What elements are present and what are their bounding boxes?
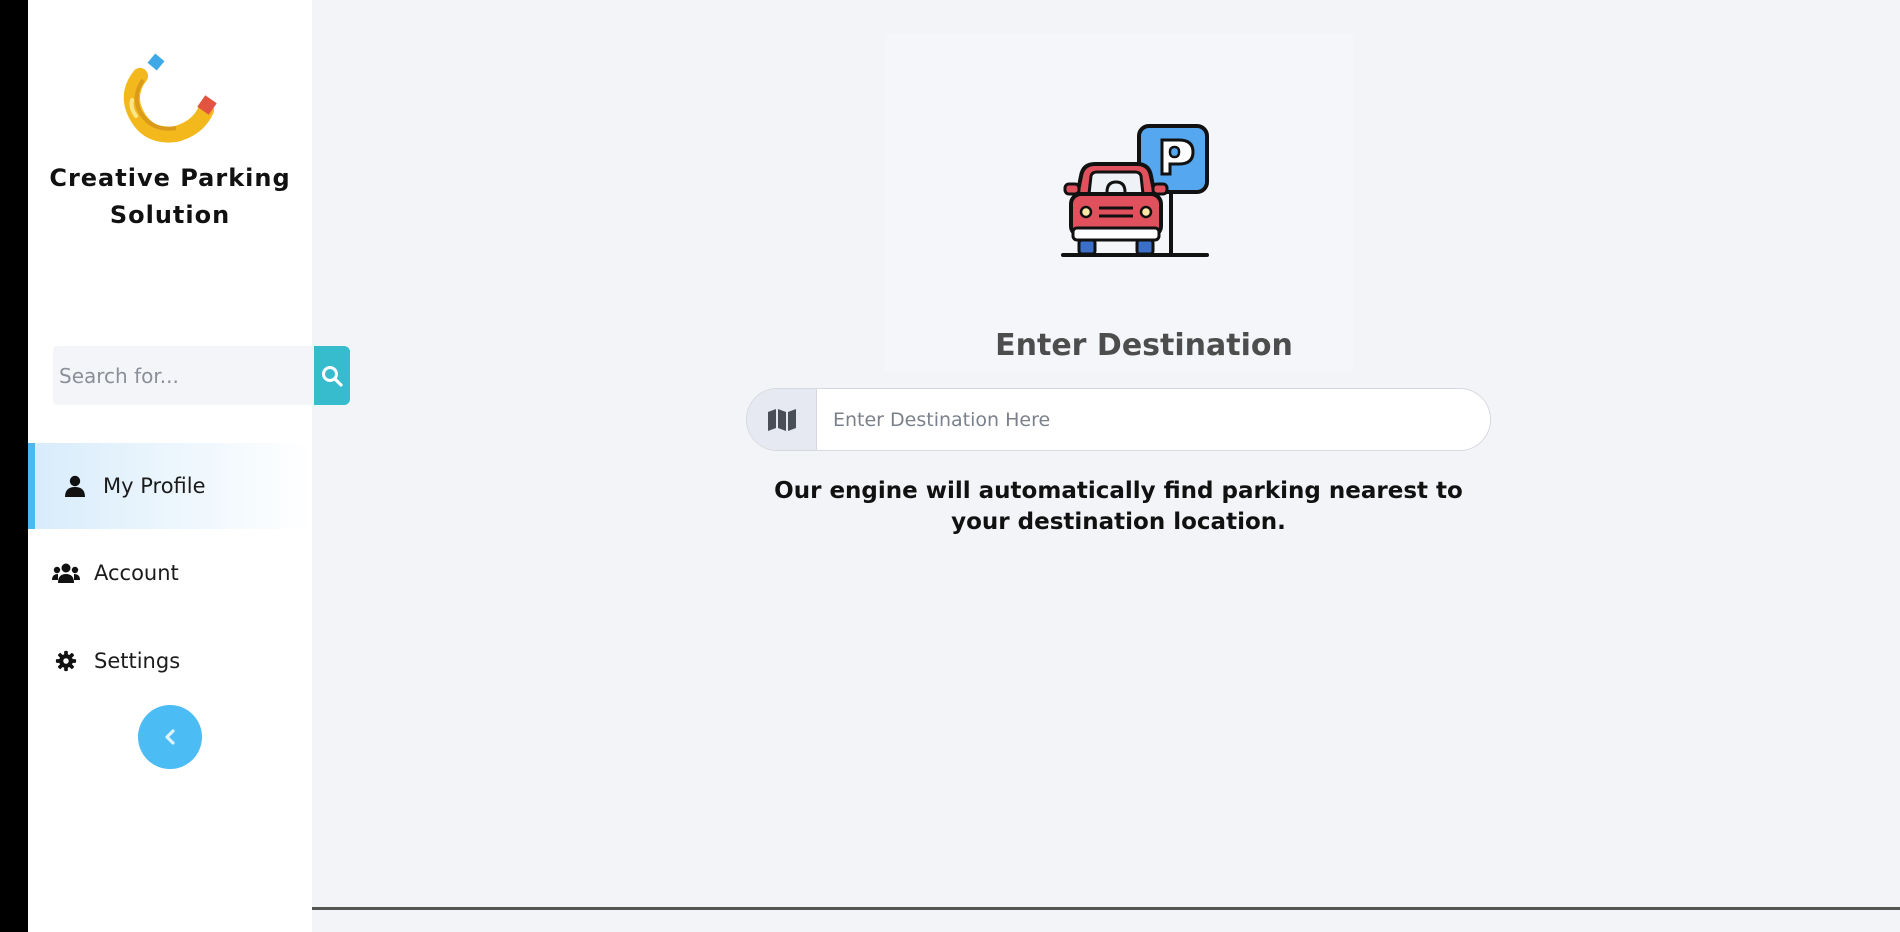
destination-card: Enter Destination (885, 34, 1353, 372)
brand-name: Creative Parking Solution (49, 164, 291, 229)
chevron-left-icon (165, 729, 175, 745)
gear-icon (52, 647, 80, 675)
sidebar-item-label: My Profile (103, 474, 206, 498)
sidebar-item-my-profile[interactable]: My Profile (28, 443, 312, 529)
bottom-divider (312, 907, 1900, 910)
destination-input[interactable] (817, 389, 1490, 450)
users-icon (52, 559, 80, 587)
map-icon-addon (747, 389, 817, 450)
sidebar-item-account[interactable]: Account (28, 530, 312, 616)
magnet-logo-icon (123, 53, 217, 143)
window-edge (0, 0, 28, 932)
search-button[interactable] (314, 346, 350, 405)
map-icon (767, 408, 796, 431)
destination-input-group (746, 388, 1491, 451)
helper-text: Our engine will automatically find parki… (774, 478, 1463, 535)
search-input[interactable] (53, 346, 314, 405)
car-parking-icon (1061, 124, 1209, 257)
sidebar-item-settings[interactable]: Settings (28, 618, 312, 704)
sidebar-item-label: Account (94, 561, 179, 585)
user-icon (61, 472, 89, 500)
sidebar: Creative Parking Solution My Profile (28, 0, 350, 932)
sidebar-collapse-button[interactable] (138, 705, 202, 769)
search-icon (322, 365, 343, 387)
page-title: Enter Destination (995, 328, 1293, 363)
sidebar-item-label: Settings (94, 649, 181, 673)
sidebar-search (53, 346, 350, 405)
